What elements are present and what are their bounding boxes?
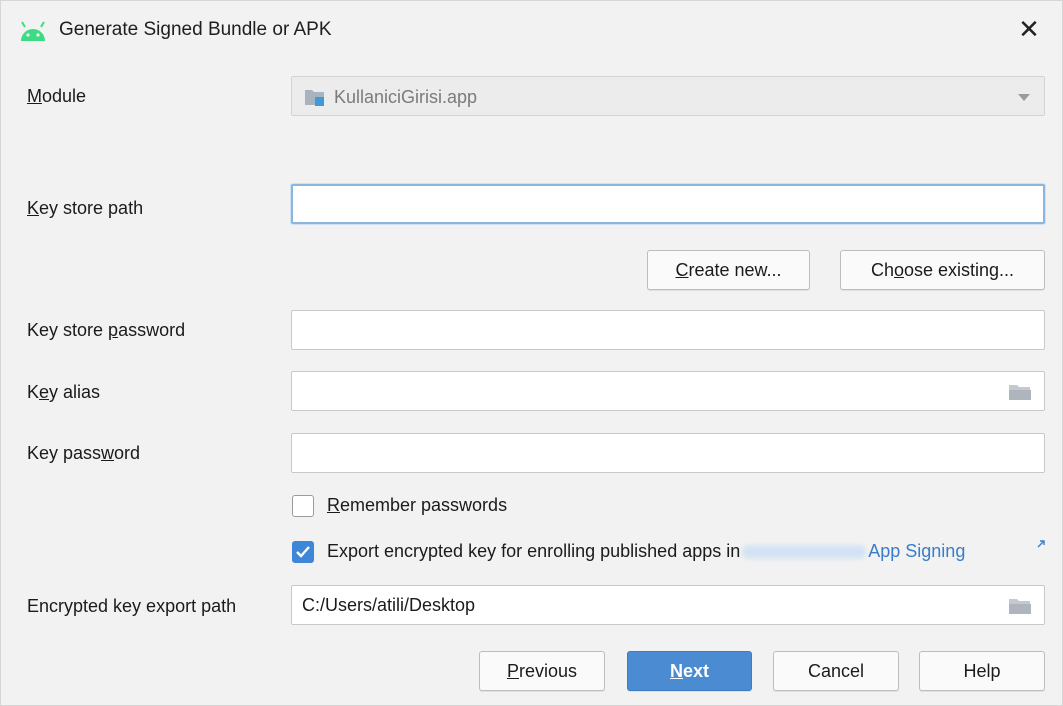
key-store-path-input[interactable] — [293, 186, 1043, 222]
export-encrypted-key-checkbox[interactable] — [292, 541, 314, 563]
key-store-password-input[interactable] — [292, 311, 1044, 349]
close-icon: ✕ — [1018, 13, 1040, 44]
folder-icon[interactable] — [1008, 383, 1032, 401]
next-button[interactable]: Next — [627, 651, 752, 691]
key-password-field[interactable] — [291, 433, 1045, 473]
encrypted-key-export-path-input[interactable] — [292, 586, 1044, 624]
key-store-password-field[interactable] — [291, 310, 1045, 350]
key-alias-field[interactable] — [291, 371, 1045, 411]
previous-button[interactable]: Previous — [479, 651, 605, 691]
create-new-label: Create new... — [675, 259, 782, 280]
create-new-button[interactable]: Create new... — [647, 250, 810, 290]
checkmark-icon — [296, 546, 310, 558]
key-alias-label: Key alias — [27, 382, 101, 402]
app-signing-link[interactable]: App Signing — [868, 541, 965, 561]
remember-passwords-checkbox[interactable] — [292, 495, 314, 517]
key-password-label: Key password — [27, 443, 141, 463]
cancel-button[interactable]: Cancel — [773, 651, 899, 691]
key-store-path-label: Key store path — [27, 198, 144, 218]
module-value: KullaniciGirisi.app — [334, 87, 478, 107]
external-link-icon — [1037, 540, 1045, 548]
chevron-down-icon[interactable] — [1018, 94, 1030, 101]
remember-passwords-label[interactable]: Remember passwords — [327, 495, 507, 516]
signed-bundle-dialog: Generate Signed Bundle or APK ✕ Module K… — [0, 0, 1063, 706]
choose-existing-button[interactable]: Choose existing... — [840, 250, 1045, 290]
dialog-title: Generate Signed Bundle or APK — [59, 19, 332, 40]
title-bar: Generate Signed Bundle or APK ✕ — [1, 1, 1062, 61]
folder-icon[interactable] — [1008, 597, 1032, 615]
key-store-path-field[interactable] — [291, 184, 1045, 224]
previous-label: Previous — [506, 660, 578, 681]
next-label: Next — [669, 660, 709, 681]
module-label: Module — [27, 86, 87, 106]
key-password-input[interactable] — [292, 434, 1044, 472]
encrypted-key-export-path-field[interactable] — [291, 585, 1045, 625]
redacted-text — [742, 545, 867, 560]
export-encrypted-key-label[interactable]: Export encrypted key for enrolling publi… — [327, 541, 965, 562]
help-button[interactable]: Help — [919, 651, 1045, 691]
module-combobox[interactable]: KullaniciGirisi.app — [291, 76, 1045, 116]
choose-existing-label: Choose existing... — [870, 259, 1015, 280]
help-label: Help — [963, 660, 1001, 681]
android-icon — [21, 21, 45, 41]
close-button[interactable]: ✕ — [1011, 11, 1047, 47]
module-folder-icon — [305, 90, 324, 106]
cancel-label: Cancel — [807, 660, 865, 681]
encrypted-key-export-path-label: Encrypted key export path — [27, 596, 237, 616]
key-store-password-label: Key store password — [27, 320, 186, 340]
key-alias-input[interactable] — [292, 372, 1044, 410]
